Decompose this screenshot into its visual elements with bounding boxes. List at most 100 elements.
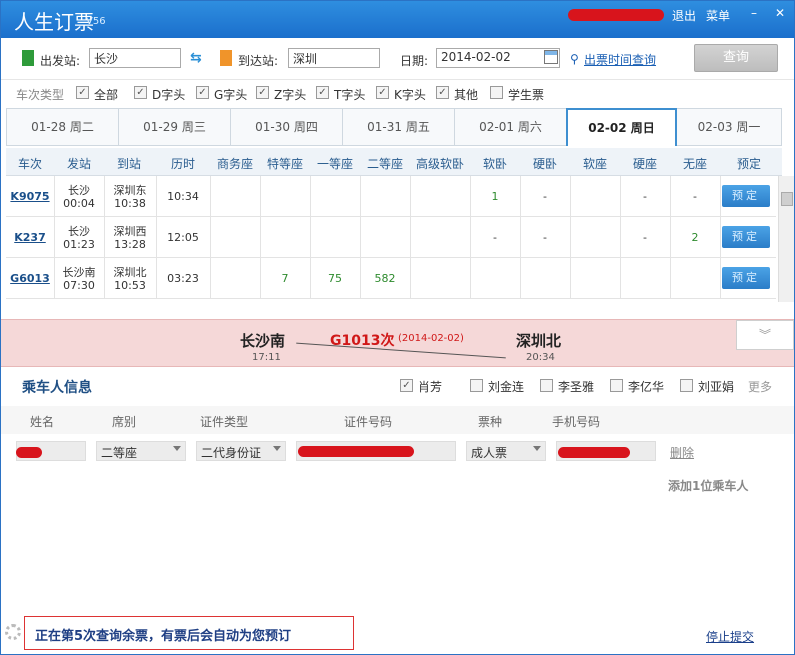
- col-train: 车次: [17, 157, 42, 171]
- seat-availability: -: [493, 231, 497, 244]
- seat-availability: 582: [374, 272, 396, 285]
- filter-student-checkbox[interactable]: [490, 86, 503, 99]
- delete-passenger-link[interactable]: 删除: [670, 444, 694, 461]
- col-from: 发站: [66, 157, 91, 171]
- contact-checkbox[interactable]: [470, 379, 483, 392]
- ticket-time-query-link[interactable]: 出票时间查询: [584, 51, 656, 68]
- status-message-box: 正在第5次查询余票，有票后会自动为您预订: [24, 616, 354, 650]
- book-button[interactable]: 预定: [722, 267, 770, 289]
- arrival-time: 10:38: [114, 197, 146, 210]
- filter-label: 车次类型: [16, 88, 65, 102]
- id-type-select[interactable]: 二代身份证: [196, 441, 286, 461]
- minimize-button[interactable]: –: [746, 5, 762, 21]
- to-input[interactable]: 深圳: [288, 48, 380, 68]
- app-version: V56: [86, 16, 106, 27]
- filter-t-checkbox[interactable]: ✓: [316, 86, 329, 99]
- redacted-id-number: [298, 446, 414, 457]
- date-tab-active[interactable]: 02-02 周日: [566, 108, 677, 146]
- date-tab[interactable]: 01-28 周二: [7, 109, 119, 145]
- column-divider: [670, 258, 671, 299]
- date-tab[interactable]: 01-29 周三: [119, 109, 231, 145]
- train-number-link[interactable]: G6013: [6, 272, 54, 285]
- date-tab[interactable]: 01-31 周五: [343, 109, 455, 145]
- departure-station: 长沙: [68, 184, 90, 197]
- table-row[interactable]: K237 长沙 01:23 深圳西 13:28 12:05 - - - 2 预定: [6, 217, 776, 258]
- stop-submit-link[interactable]: 停止提交: [706, 628, 754, 645]
- column-divider: [570, 217, 571, 258]
- train-table-header: 车次 发站 到站 历时 商务座 特等座 一等座 二等座 高级软卧 软卧 硬卧 软…: [6, 148, 782, 176]
- swap-stations-icon[interactable]: ⇆: [190, 50, 202, 66]
- book-button[interactable]: 预定: [722, 226, 770, 248]
- filter-k-label: K字头: [394, 88, 426, 102]
- table-row[interactable]: K9075 长沙 00:04 深圳东 10:38 10:34 1 - - - 预定: [6, 176, 776, 217]
- date-input[interactable]: 2014-02-02: [436, 48, 560, 68]
- departure-time: 07:30: [63, 279, 95, 292]
- date-tab[interactable]: 01-30 周四: [231, 109, 343, 145]
- ph-seat: 席别: [112, 415, 137, 429]
- filter-g-checkbox[interactable]: ✓: [196, 86, 209, 99]
- contact-checkbox[interactable]: ✓: [400, 379, 413, 392]
- seat-availability: 7: [281, 272, 289, 285]
- contact-checkbox[interactable]: [610, 379, 623, 392]
- calendar-icon[interactable]: [544, 50, 558, 64]
- seat-value: 二等座: [101, 446, 138, 460]
- more-contacts-link[interactable]: 更多: [748, 378, 772, 395]
- col-no-seat: 无座: [682, 157, 707, 171]
- banner-to-station: 深圳北: [516, 332, 562, 350]
- column-divider: [570, 176, 571, 217]
- status-message: 正在第5次查询余票，有票后会自动为您预订: [35, 629, 292, 644]
- filter-all-checkbox[interactable]: ✓: [76, 86, 89, 99]
- ticket-type-select[interactable]: 成人票: [466, 441, 546, 461]
- seat-availability: -: [543, 231, 547, 244]
- col-deluxe-sleeper: 高级软卧: [415, 157, 464, 171]
- from-label: 出发站:: [40, 54, 81, 68]
- trip-duration: 10:34: [167, 190, 199, 203]
- date-label: 日期:: [400, 54, 429, 68]
- query-button[interactable]: 查询: [694, 44, 778, 72]
- filter-d-checkbox[interactable]: ✓: [134, 86, 147, 99]
- column-divider: [360, 176, 361, 217]
- train-number-link[interactable]: K237: [6, 231, 54, 244]
- banner-dep-time: 17:11: [252, 352, 281, 363]
- menu-link[interactable]: 菜单: [706, 7, 730, 24]
- collapse-chevron-icon[interactable]: ︾: [736, 320, 794, 350]
- departure-time: 00:04: [63, 197, 95, 210]
- date-tab[interactable]: 02-03 周一: [677, 109, 781, 145]
- departure-station: 长沙南: [62, 266, 96, 279]
- filter-other-checkbox[interactable]: ✓: [436, 86, 449, 99]
- ph-id-type: 证件类型: [200, 415, 249, 429]
- column-divider: [260, 176, 261, 217]
- from-input[interactable]: 长沙: [89, 48, 181, 68]
- route-arrow: [296, 342, 506, 359]
- scrollbar-thumb[interactable]: [781, 192, 793, 206]
- banner-date: (2014-02-02): [398, 333, 464, 344]
- contact-checkbox[interactable]: [680, 379, 693, 392]
- redacted-username: [568, 9, 664, 21]
- train-number-link[interactable]: K9075: [6, 190, 54, 203]
- column-divider: [720, 217, 721, 258]
- contact-checkbox[interactable]: [540, 379, 553, 392]
- column-divider: [410, 217, 411, 258]
- column-divider: [570, 258, 571, 299]
- search-icon: ⚲: [570, 52, 579, 66]
- col-soft-seat: 软座: [582, 157, 607, 171]
- filter-k-checkbox[interactable]: ✓: [376, 86, 389, 99]
- seat-availability: 2: [691, 231, 699, 244]
- date-tabs: 01-28 周二 01-29 周三 01-30 周四 01-31 周五 02-0…: [6, 108, 782, 146]
- chevron-down-icon: [533, 446, 541, 451]
- table-scrollbar[interactable]: [778, 176, 794, 302]
- filter-z-checkbox[interactable]: ✓: [256, 86, 269, 99]
- arrival-time: 10:53: [114, 279, 146, 292]
- origin-pin-icon: [22, 50, 34, 66]
- close-button[interactable]: ✕: [772, 5, 788, 21]
- add-passenger-button[interactable]: 添加1位乘车人: [668, 477, 748, 494]
- date-tab[interactable]: 02-01 周六: [455, 109, 567, 145]
- book-button[interactable]: 预定: [722, 185, 770, 207]
- table-row[interactable]: G6013 长沙南 07:30 深圳北 10:53 03:23 7 75 582 预定: [6, 258, 776, 299]
- logout-link[interactable]: 退出: [672, 7, 696, 24]
- seat-select[interactable]: 二等座: [96, 441, 186, 461]
- ph-ticket-type: 票种: [478, 415, 503, 429]
- column-divider: [210, 176, 211, 217]
- arrival-station: 深圳西: [113, 225, 147, 238]
- col-second: 二等座: [366, 157, 403, 171]
